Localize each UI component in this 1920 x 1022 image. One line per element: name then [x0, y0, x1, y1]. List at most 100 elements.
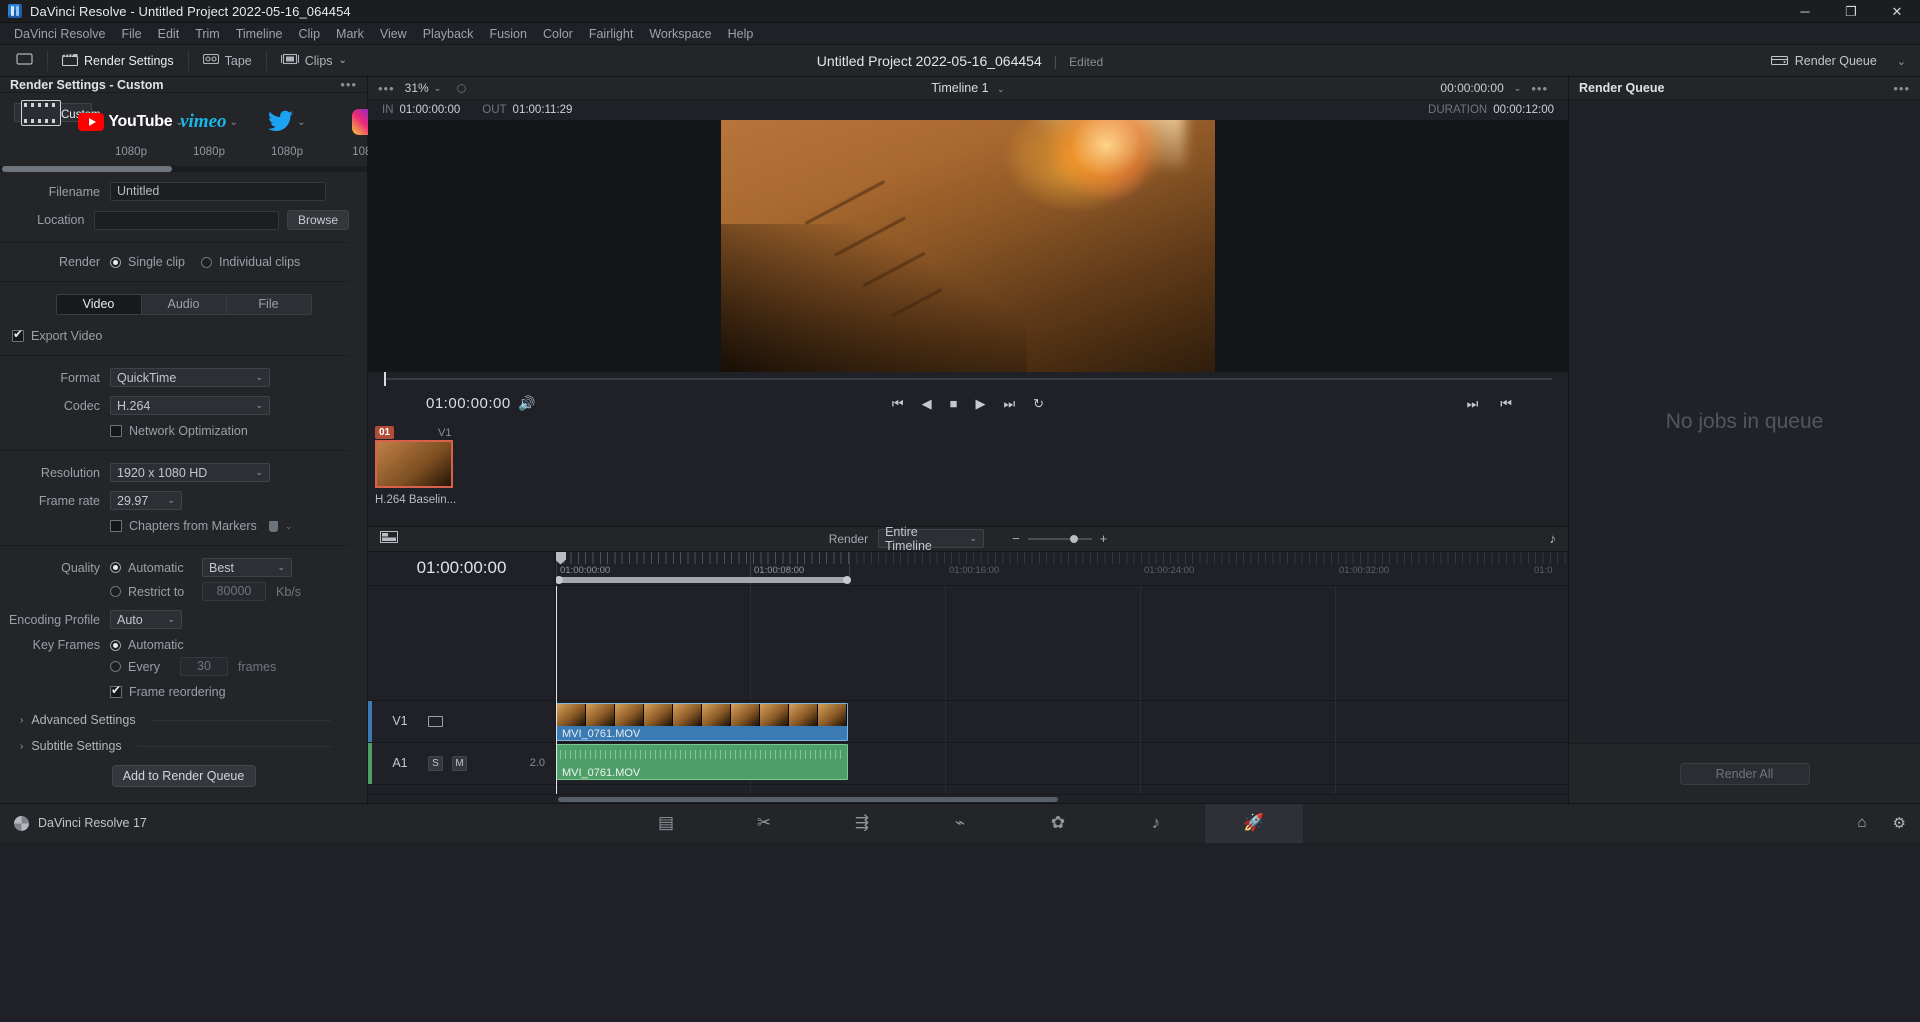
- export-video-checkbox[interactable]: [12, 327, 24, 342]
- page-button-fusion[interactable]: ⌁: [911, 804, 1009, 843]
- track-header-a1[interactable]: A1 S M 2.0: [368, 742, 555, 785]
- chapters-from-markers-checkbox[interactable]: [110, 520, 122, 532]
- export-video-row[interactable]: Export Video: [0, 327, 349, 343]
- keyframes-every-input[interactable]: 30: [180, 657, 228, 676]
- speaker-icon[interactable]: 🔊: [518, 395, 535, 412]
- menu-item-clip[interactable]: Clip: [291, 23, 329, 45]
- frame-reordering-checkbox[interactable]: [110, 683, 122, 698]
- menu-item-timeline[interactable]: Timeline: [228, 23, 291, 45]
- format-select[interactable]: QuickTime ⌄: [110, 368, 270, 387]
- timeline-clip-a1[interactable]: MVI_0761.MOV: [556, 743, 848, 780]
- lane-empty[interactable]: [556, 586, 1568, 701]
- chevron-down-icon[interactable]: ⌄: [1514, 83, 1522, 94]
- tape-button[interactable]: Tape: [197, 51, 258, 70]
- lane-a1[interactable]: MVI_0761.MOV: [556, 743, 1568, 785]
- playhead-marker[interactable]: [384, 371, 386, 386]
- page-button-media[interactable]: ▤: [617, 804, 715, 843]
- render-settings-button[interactable]: Render Settings: [56, 51, 180, 71]
- more-options-icon[interactable]: •••: [340, 77, 357, 92]
- codec-select[interactable]: H.264 ⌄: [110, 396, 270, 415]
- timeline-playhead[interactable]: [556, 585, 557, 794]
- add-to-render-queue-button[interactable]: Add to Render Queue: [111, 765, 256, 787]
- viewer-scrubber[interactable]: [368, 371, 1568, 386]
- advanced-settings-expander[interactable]: › Advanced Settings: [0, 713, 349, 727]
- menu-item-davinci-resolve[interactable]: DaVinci Resolve: [6, 23, 113, 45]
- single-clip-radio[interactable]: [110, 256, 121, 268]
- chevron-down-icon[interactable]: ⌄: [285, 521, 293, 532]
- keyframes-automatic-radio[interactable]: [110, 639, 121, 651]
- chevron-down-icon[interactable]: ⌄: [339, 55, 347, 66]
- track-header-v1[interactable]: V1: [368, 700, 555, 743]
- browse-button[interactable]: Browse: [286, 210, 349, 230]
- chevron-down-icon[interactable]: ⌄: [997, 84, 1005, 94]
- menu-item-file[interactable]: File: [113, 23, 149, 45]
- subtitle-settings-expander[interactable]: › Subtitle Settings: [0, 739, 349, 753]
- timeline-clip-v1[interactable]: MVI_0761.MOV: [556, 702, 848, 741]
- render-individual-clips-option[interactable]: Individual clips: [200, 255, 300, 269]
- network-optimization-checkbox[interactable]: [110, 425, 122, 437]
- menu-item-trim[interactable]: Trim: [187, 23, 228, 45]
- page-button-cut[interactable]: ✂: [715, 804, 813, 843]
- timeline-ruler-track[interactable]: 01:00:00:00 01:00:08:00 01:00:16:00 01:0…: [556, 551, 1568, 585]
- stop-icon[interactable]: ■: [950, 396, 958, 411]
- solo-button-a1[interactable]: S: [428, 755, 443, 771]
- page-button-color[interactable]: ✿: [1009, 804, 1107, 843]
- preview-viewer[interactable]: [368, 120, 1568, 372]
- clip-thumbnail[interactable]: [375, 439, 453, 488]
- preset-scrollbar[interactable]: [0, 166, 367, 172]
- resolution-select[interactable]: 1920 x 1080 HD ⌄: [110, 463, 270, 482]
- frame-reordering-row[interactable]: Frame reordering: [0, 683, 349, 699]
- page-button-edit[interactable]: ⇶: [813, 804, 911, 843]
- zoom-slider[interactable]: [1027, 534, 1092, 543]
- preset-vimeo[interactable]: vimeo ⌄ 1080p: [170, 103, 248, 158]
- quality-restrict-input[interactable]: 80000: [202, 582, 266, 601]
- close-button[interactable]: ✕: [1874, 0, 1920, 23]
- menu-item-help[interactable]: Help: [720, 23, 762, 45]
- menu-item-playback[interactable]: Playback: [415, 23, 482, 45]
- play-reverse-icon[interactable]: ◀: [922, 396, 932, 412]
- marker-swatch-icon[interactable]: [268, 520, 278, 532]
- video-track-icon[interactable]: [428, 715, 443, 727]
- more-options-icon[interactable]: •••: [378, 81, 395, 96]
- keyframes-every-radio[interactable]: [110, 661, 121, 672]
- track-lanes[interactable]: MVI_0761.MOV MVI_0761.MOV: [556, 585, 1568, 794]
- chapters-row[interactable]: Chapters from Markers ⌄: [0, 519, 349, 533]
- page-button-deliver[interactable]: 🚀: [1205, 803, 1303, 843]
- tab-video[interactable]: Video: [56, 295, 142, 314]
- project-settings-icon[interactable]: ⚙: [1893, 814, 1906, 832]
- lane-v1[interactable]: MVI_0761.MOV: [556, 701, 1568, 743]
- play-icon[interactable]: ▶: [975, 396, 985, 412]
- menu-item-workspace[interactable]: Workspace: [641, 23, 719, 45]
- menu-item-mark[interactable]: Mark: [328, 23, 372, 45]
- render-queue-toggle[interactable]: Render Queue: [1765, 51, 1883, 72]
- menu-item-edit[interactable]: Edit: [150, 23, 188, 45]
- tab-audio[interactable]: Audio: [141, 295, 227, 314]
- menu-item-fusion[interactable]: Fusion: [481, 23, 535, 45]
- filename-input[interactable]: Untitled: [110, 182, 326, 201]
- next-clip-icon[interactable]: ⏭: [1467, 396, 1479, 412]
- audio-waveform-icon[interactable]: ♪: [1550, 531, 1557, 546]
- home-button[interactable]: [10, 51, 39, 71]
- maximize-button[interactable]: ❐: [1828, 0, 1874, 23]
- menu-item-color[interactable]: Color: [535, 23, 581, 45]
- fit-icon[interactable]: [457, 83, 467, 93]
- mute-button-a1[interactable]: M: [452, 755, 467, 771]
- viewer-current-timecode[interactable]: 01:00:00:00: [426, 395, 511, 412]
- framerate-select[interactable]: 29.97 ⌄: [110, 491, 182, 510]
- tab-file[interactable]: File: [226, 295, 311, 314]
- project-manager-icon[interactable]: ⌂: [1857, 814, 1866, 832]
- quality-restrict-radio[interactable]: [110, 586, 121, 597]
- jump-to-end-icon[interactable]: ⏭: [1003, 396, 1015, 412]
- preset-youtube[interactable]: YouTube ⌄ 1080p: [78, 103, 184, 158]
- clips-button[interactable]: Clips ⌄: [275, 51, 353, 70]
- previous-clip-icon[interactable]: ⏮: [1500, 396, 1512, 412]
- menu-item-view[interactable]: View: [372, 23, 415, 45]
- quality-preset-select[interactable]: Best ⌄: [202, 558, 292, 577]
- chevron-down-icon[interactable]: ⌄: [1891, 53, 1912, 70]
- render-range-bar[interactable]: [556, 575, 851, 584]
- render-all-button[interactable]: Render All: [1679, 762, 1810, 785]
- preset-twitter[interactable]: ⌄ 1080p: [248, 103, 326, 158]
- track-level-a1[interactable]: 2.0: [530, 757, 545, 769]
- page-button-fairlight[interactable]: ♪: [1107, 804, 1205, 843]
- quality-automatic-radio[interactable]: [110, 562, 121, 573]
